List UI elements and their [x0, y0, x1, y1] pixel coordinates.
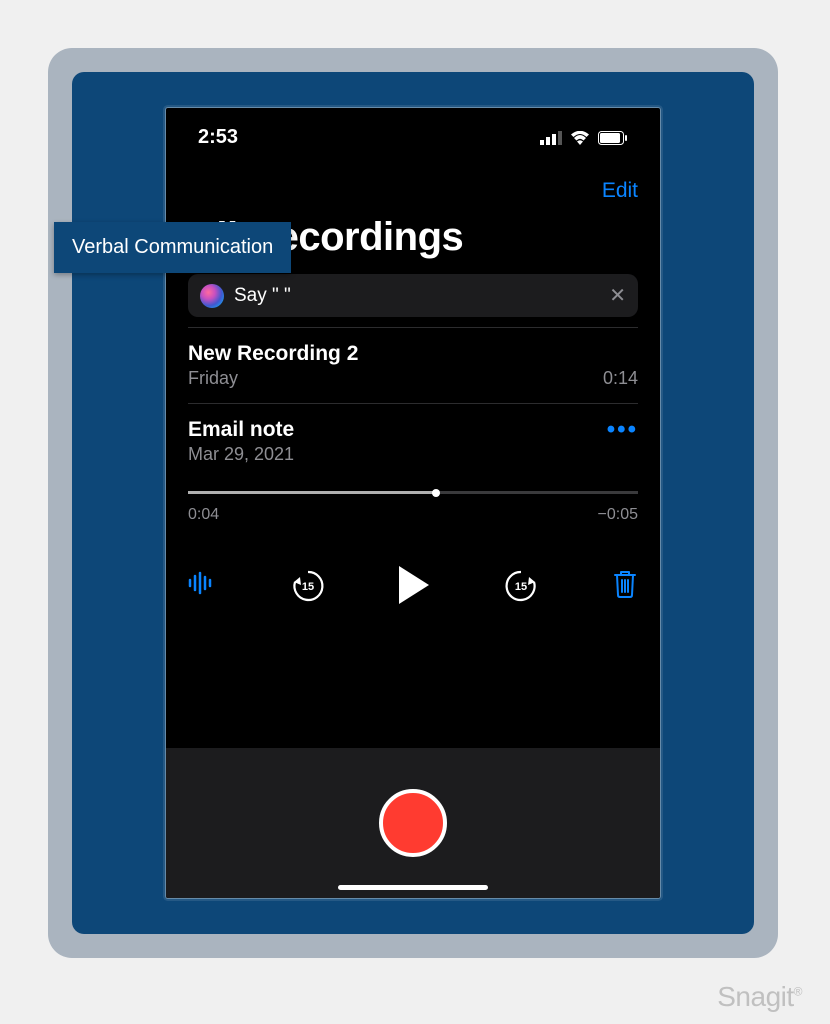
siri-suggestion[interactable]: Say " " ✕ [188, 274, 638, 317]
siri-text: Say " " [234, 285, 599, 307]
svg-text:15: 15 [514, 581, 526, 593]
svg-text:15: 15 [301, 581, 313, 593]
annotation-badge: Verbal Communication [54, 222, 291, 273]
recording-subtitle: Friday [188, 368, 238, 389]
wifi-icon [570, 131, 590, 145]
recording-duration: 0:14 [603, 368, 638, 389]
watermark: Snagit® [717, 981, 802, 1013]
elapsed-time: 0:04 [188, 506, 219, 524]
status-bar: 2:53 [166, 108, 660, 157]
play-button[interactable] [399, 566, 429, 604]
home-indicator[interactable] [338, 885, 488, 890]
inner-frame: Verbal Communication 2:53 Edit All Recor… [72, 72, 754, 934]
cellular-icon [540, 131, 562, 145]
close-icon[interactable]: ✕ [609, 283, 626, 308]
trash-icon[interactable] [612, 568, 638, 603]
playback-controls: 15 15 [166, 538, 660, 614]
status-icons [540, 131, 628, 145]
outer-frame: Verbal Communication 2:53 Edit All Recor… [48, 48, 778, 958]
recording-item-expanded: Email note Mar 29, 2021 ••• 0:04 −0:05 [166, 404, 660, 538]
status-time: 2:53 [198, 126, 238, 149]
skip-back-button[interactable]: 15 [290, 567, 326, 603]
record-button[interactable] [379, 789, 447, 857]
recording-title: Email note [188, 418, 294, 442]
skip-forward-button[interactable]: 15 [503, 567, 539, 603]
recording-subtitle: Mar 29, 2021 [188, 444, 294, 465]
remaining-time: −0:05 [598, 506, 638, 524]
more-icon[interactable]: ••• [607, 418, 638, 442]
recording-title: New Recording 2 [188, 342, 638, 366]
battery-icon [598, 131, 628, 145]
nav-row: Edit [166, 157, 660, 211]
recording-item[interactable]: New Recording 2 Friday 0:14 [166, 328, 660, 403]
waveform-icon[interactable] [188, 571, 216, 600]
playback-scrubber[interactable]: 0:04 −0:05 [188, 491, 638, 524]
edit-button[interactable]: Edit [602, 179, 638, 203]
record-bar [166, 748, 660, 898]
siri-icon [200, 284, 224, 308]
